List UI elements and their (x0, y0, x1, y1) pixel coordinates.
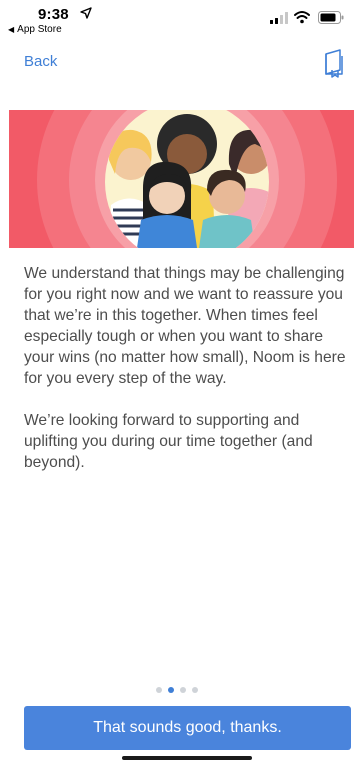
battery-icon (318, 11, 344, 24)
home-indicator (122, 756, 252, 760)
pagination-dots (0, 680, 354, 693)
page-dot-4 (192, 687, 198, 693)
confirm-button[interactable]: That sounds good, thanks. (24, 706, 351, 750)
book-icon[interactable] (322, 48, 348, 78)
message-body: We understand that things may be challen… (24, 263, 350, 494)
back-triangle-icon: ◀ (8, 25, 15, 34)
nav-bar: Back (0, 44, 354, 84)
hero-banner (9, 110, 354, 248)
message-paragraph-2: We’re looking forward to supporting and … (24, 412, 313, 471)
people-illustration (9, 110, 354, 248)
back-to-app-label: App Store (17, 24, 62, 35)
status-bar: 9:38 ◀ App Store (0, 0, 354, 40)
message-paragraph-1: We understand that things may be challen… (24, 265, 346, 387)
page-dot-1 (156, 687, 162, 693)
wifi-icon (294, 11, 310, 24)
status-time: 9:38 (38, 6, 69, 23)
back-to-app-store[interactable]: ◀ App Store (8, 24, 62, 35)
location-arrow-icon (80, 7, 92, 19)
cellular-signal-icon (270, 12, 288, 24)
back-button[interactable]: Back (24, 53, 57, 70)
page-dot-2 (168, 687, 174, 693)
page-dot-3 (180, 687, 186, 693)
